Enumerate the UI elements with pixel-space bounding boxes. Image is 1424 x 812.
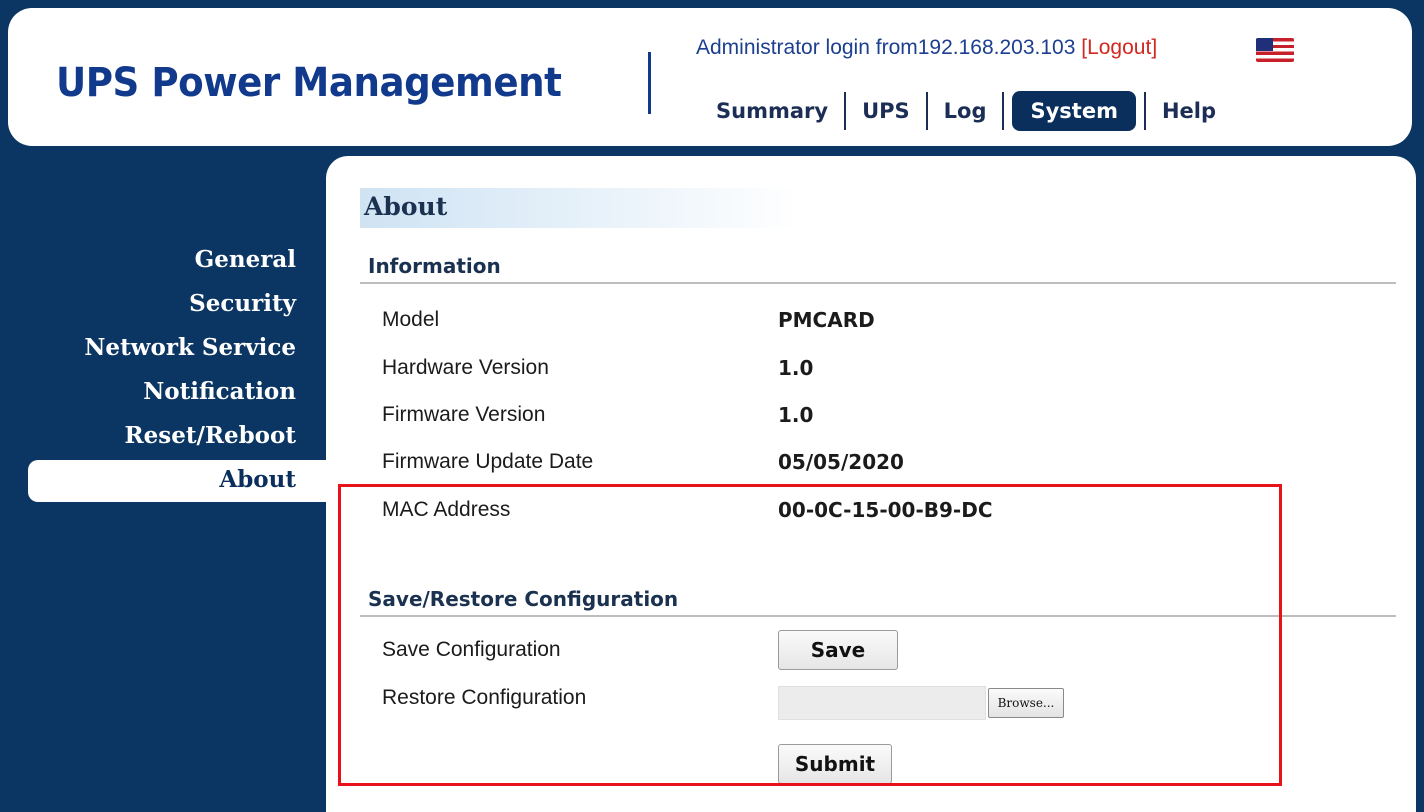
- logout-close-bracket: ]: [1151, 36, 1158, 59]
- info-label-mac-address: MAC Address: [382, 498, 511, 521]
- info-label-model: Model: [382, 308, 440, 331]
- tab-system[interactable]: System: [1012, 91, 1136, 131]
- nav-divider: [844, 92, 847, 130]
- login-text: Administrator login from192.168.203.103: [696, 36, 1082, 59]
- save-configuration-label: Save Configuration: [382, 638, 561, 661]
- header: UPS Power Management Administrator login…: [8, 8, 1412, 146]
- tab-summary[interactable]: Summary: [704, 99, 840, 123]
- sidebar: General Security Network Service Notific…: [0, 146, 326, 812]
- flag-canton: [1256, 38, 1273, 51]
- tab-help[interactable]: Help: [1150, 99, 1228, 123]
- us-flag-icon[interactable]: [1256, 38, 1294, 62]
- nav-divider: [925, 92, 928, 130]
- section-title-save-restore: Save/Restore Configuration: [368, 587, 679, 611]
- nav-divider: [1002, 92, 1005, 130]
- info-label-hardware-version: Hardware Version: [382, 356, 549, 379]
- info-label-firmware-update-date: Firmware Update Date: [382, 450, 594, 473]
- submit-button[interactable]: Submit: [778, 744, 892, 784]
- info-label-firmware-version: Firmware Version: [382, 403, 546, 426]
- app-frame: UPS Power Management Administrator login…: [0, 0, 1424, 812]
- sidebar-item-label: About: [219, 466, 296, 493]
- save-button[interactable]: Save: [778, 630, 898, 670]
- top-nav: Summary UPS Log System Help: [704, 86, 1228, 136]
- main-content: About Information Model PMCARD Hardware …: [326, 156, 1416, 812]
- info-value-model: PMCARD: [778, 308, 875, 332]
- tab-log[interactable]: Log: [932, 99, 999, 123]
- info-value-hardware-version: 1.0: [778, 356, 814, 380]
- sidebar-item-general[interactable]: General: [195, 246, 296, 273]
- sidebar-item-network-service[interactable]: Network Service: [84, 334, 296, 361]
- nav-divider: [1143, 92, 1146, 130]
- page-title: About: [364, 192, 448, 221]
- info-value-firmware-version: 1.0: [778, 403, 814, 427]
- sidebar-item-security[interactable]: Security: [189, 290, 296, 317]
- app-title: UPS Power Management: [56, 60, 562, 106]
- section-divider: [360, 282, 1396, 284]
- restore-file-input[interactable]: [778, 686, 986, 720]
- sidebar-item-notification[interactable]: Notification: [143, 378, 296, 405]
- header-divider: [648, 52, 651, 114]
- section-title-information: Information: [368, 254, 501, 278]
- restore-configuration-label: Restore Configuration: [382, 686, 587, 709]
- sidebar-item-about[interactable]: About: [28, 460, 326, 502]
- page-title-bar: About: [360, 188, 800, 228]
- login-status: Administrator login from192.168.203.103 …: [696, 36, 1157, 60]
- browse-button[interactable]: Browse...: [988, 688, 1064, 718]
- tab-ups[interactable]: UPS: [850, 99, 922, 123]
- info-value-firmware-update-date: 05/05/2020: [778, 450, 904, 474]
- section-divider: [360, 615, 1396, 617]
- info-value-mac-address: 00-0C-15-00-B9-DC: [778, 498, 993, 522]
- sidebar-item-reset-reboot[interactable]: Reset/Reboot: [125, 422, 297, 449]
- logout-link[interactable]: Logout: [1087, 36, 1151, 59]
